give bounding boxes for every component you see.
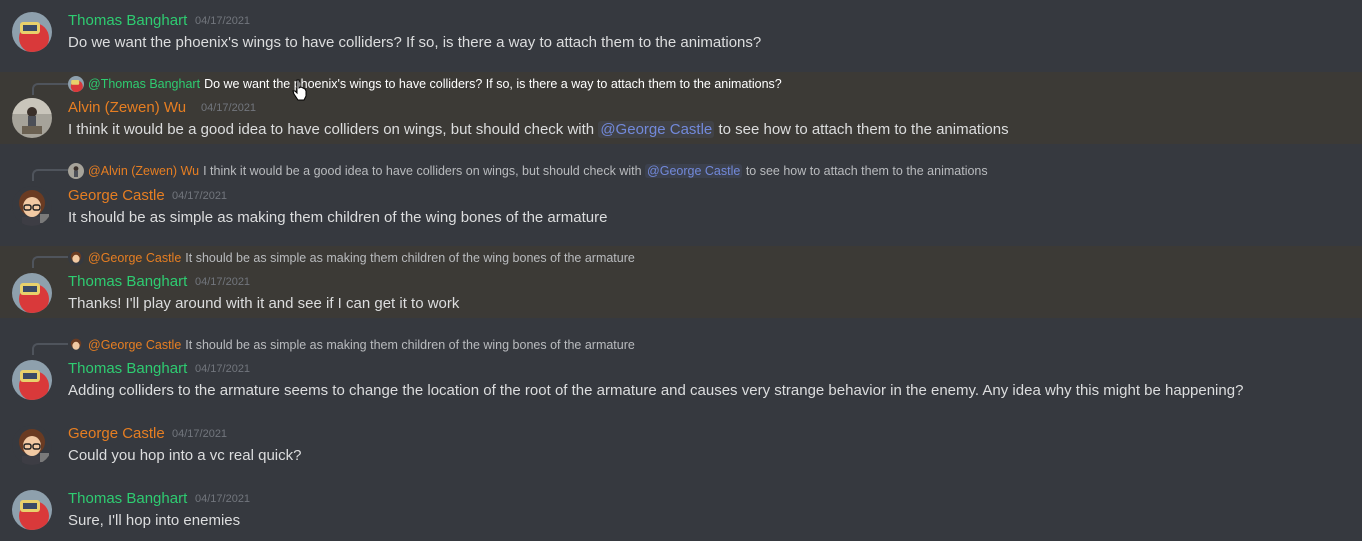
user-mention[interactable]: @George Castle [645,164,743,178]
message-text: Do we want the phoenix's wings to have c… [68,34,762,51]
reply-spine [32,343,68,355]
message: @George Castle It should be as simple as… [0,246,1362,318]
message: @Thomas Banghart Do we want the phoenix'… [0,72,1362,144]
reply-text-part: I think it would be a good idea to have … [203,164,646,178]
reply-spine [32,83,68,95]
message-text: It should be as simple as making them ch… [68,209,608,226]
reply-preview[interactable]: @George Castle It should be as simple as… [68,337,635,353]
hand-cursor-icon [292,79,308,101]
thomas-avatar-icon[interactable] [12,490,52,530]
message-text: I think it would be a good idea to have … [68,121,1009,138]
author-name[interactable]: George Castle [68,187,165,204]
reply-preview[interactable]: @Alvin (Zewen) Wu I think it would be a … [68,163,988,179]
message-text: Sure, I'll hop into enemies [68,512,241,529]
reply-preview[interactable]: @George Castle It should be as simple as… [68,250,635,266]
author-name[interactable]: Thomas Banghart [68,490,187,507]
reply-spine [32,169,68,181]
george-avatar-icon [68,250,84,266]
author-name[interactable]: Thomas Banghart [68,360,187,377]
timestamp: 04/17/2021 [195,15,251,27]
reply-spine [32,256,68,268]
message-text-part: I think it would be a good idea to have … [68,121,599,138]
author-name[interactable]: Thomas Banghart [68,273,187,290]
reply-text: Do we want the phoenix's wings to have c… [204,77,782,91]
timestamp: 04/17/2021 [201,102,257,114]
thomas-avatar-icon[interactable] [12,360,52,400]
george-avatar-icon[interactable] [12,425,52,465]
timestamp: 04/17/2021 [195,363,251,375]
george-avatar-icon [68,337,84,353]
reply-text: It should be as simple as making them ch… [185,251,635,265]
thomas-avatar-icon [68,76,84,92]
message: @Alvin (Zewen) Wu I think it would be a … [0,158,1362,232]
timestamp: 04/17/2021 [172,190,228,202]
timestamp: 04/17/2021 [195,276,251,288]
alvin-avatar-icon [68,163,84,179]
thomas-avatar-icon[interactable] [12,273,52,313]
reply-text: It should be as simple as making them ch… [185,338,635,352]
message-text: Adding colliders to the armature seems t… [68,382,1244,399]
reply-preview[interactable]: @Thomas Banghart Do we want the phoenix'… [68,76,782,92]
message: Thomas Banghart 04/17/2021 Do we want th… [0,0,1362,70]
message: @George Castle It should be as simple as… [0,333,1362,405]
message: George Castle 04/17/2021 Could you hop i… [0,418,1362,478]
timestamp: 04/17/2021 [195,493,251,505]
reply-text: I think it would be a good idea to have … [203,164,988,178]
author-name[interactable]: George Castle [68,425,165,442]
alvin-avatar-icon[interactable] [12,98,52,138]
message-text: Could you hop into a vc real quick? [68,447,302,464]
author-name[interactable]: Alvin (Zewen) Wu [68,99,186,116]
reply-text-part: to see how to attach them to the animati… [742,164,988,178]
message-text-part: to see how to attach them to the animati… [714,121,1009,138]
thomas-avatar-icon[interactable] [12,12,52,52]
reply-author[interactable]: @George Castle [88,338,181,352]
reply-author[interactable]: @Thomas Banghart [88,77,200,91]
george-avatar-icon[interactable] [12,186,52,226]
timestamp: 04/17/2021 [172,428,228,440]
message: Thomas Banghart 04/17/2021 Sure, I'll ho… [0,483,1362,541]
author-name[interactable]: Thomas Banghart [68,12,187,29]
reply-author[interactable]: @George Castle [88,251,181,265]
reply-author[interactable]: @Alvin (Zewen) Wu [88,164,199,178]
user-mention[interactable]: @George Castle [598,121,715,138]
message-text: Thanks! I'll play around with it and see… [68,295,460,312]
